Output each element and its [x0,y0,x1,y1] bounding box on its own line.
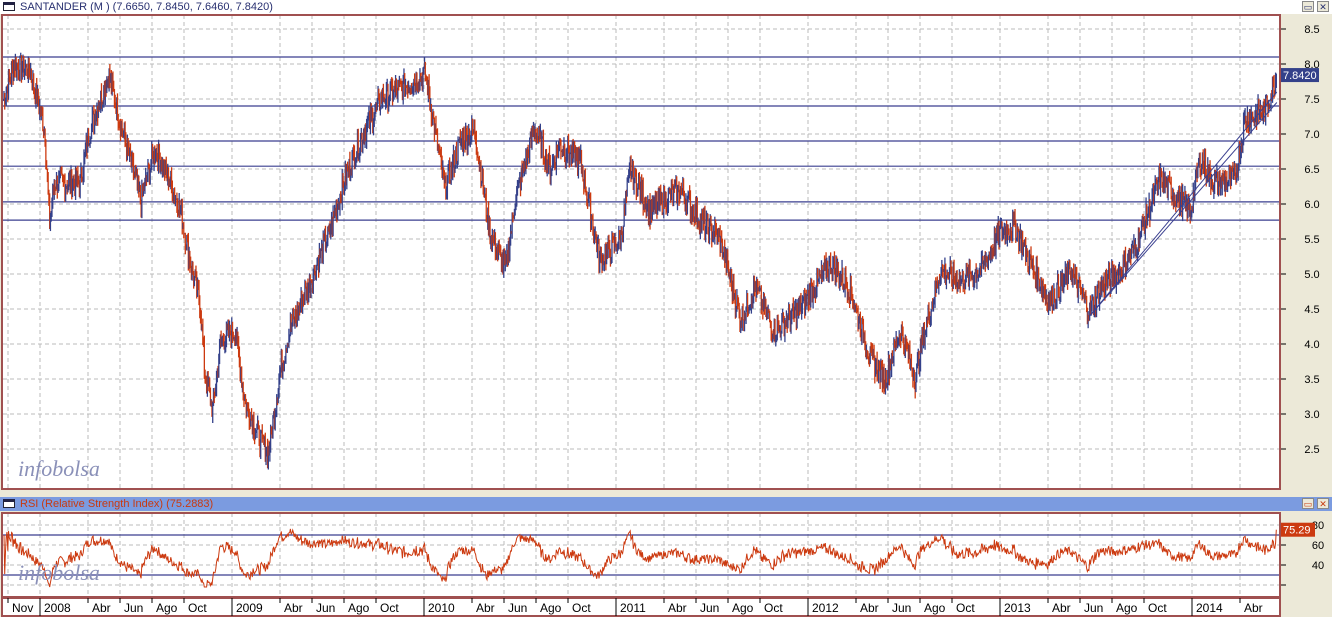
x-tick-label: Jun [1084,601,1103,615]
x-tick-label: Oct [572,601,591,615]
x-tick-label: Ago [540,601,562,615]
price-chart: 2.53.03.54.04.55.05.56.06.57.07.58.08.57… [1,14,1320,490]
x-tick-label: Oct [188,601,207,615]
x-tick-label: Nov [12,601,33,615]
x-tick-label: 2009 [236,601,263,615]
x-tick-label: Jun [316,601,335,615]
y-tick-label: 5.5 [1304,234,1319,246]
x-tick-label: Ago [924,601,946,615]
y-tick-label: 7.0 [1304,129,1319,141]
main-panel-title: SANTANDER (M ) (7.6650, 7.8450, 7.6460, … [20,1,273,13]
x-tick-label: 2013 [1004,601,1031,615]
y-tick-label: 2.5 [1304,444,1319,456]
x-tick-label: Ago [348,601,370,615]
x-tick-label: Oct [764,601,783,615]
x-tick-label: Jun [508,601,527,615]
x-tick-label: 2008 [44,601,71,615]
x-tick-label: 2010 [428,601,455,615]
plot-background [2,15,1280,489]
y-tick-label: 6.0 [1304,199,1319,211]
x-tick-label: Oct [380,601,399,615]
x-tick-label: Jun [124,601,143,615]
y-tick-label: 7.5 [1304,94,1319,106]
close-icon[interactable]: ✕ [1317,498,1329,509]
x-tick-label: Abr [476,601,495,615]
x-tick-label: Jun [892,601,911,615]
x-tick-label: Jun [700,601,719,615]
y-tick-label: 6.5 [1304,164,1319,176]
x-tick-label: Abr [92,601,111,615]
minimize-icon[interactable]: ▭ [1302,1,1314,12]
y-tick-label: 4.5 [1304,304,1319,316]
rsi-panel-title: RSI (Relative Strength Index) (75.2883) [20,498,214,510]
last-value-label: 75.29 [1283,525,1311,537]
window-icon [3,2,15,11]
x-tick-label: Abr [284,601,303,615]
x-tick-label: 2011 [620,601,646,615]
watermark-logo: infobolsa [18,560,100,585]
x-tick-label: Oct [1148,601,1167,615]
y-tick-label: 4.0 [1304,339,1319,351]
x-tick-label: Abr [1244,601,1263,615]
y-tick-label: 3.5 [1304,374,1319,386]
watermark-logo: infobolsa [18,456,100,481]
x-tick-label: Ago [156,601,178,615]
last-value-label: 7.8420 [1283,70,1317,82]
x-tick-label: Abr [1052,601,1071,615]
minimize-icon[interactable]: ▭ [1302,498,1314,509]
y-tick-label: 3.0 [1304,409,1319,421]
y-tick-label: 5.0 [1304,269,1319,281]
rsi-panel-titlebar: RSI (Relative Strength Index) (75.2883) … [0,497,1332,511]
window-icon [3,499,15,508]
x-tick-label: 2012 [812,601,839,615]
x-tick-label: Oct [956,601,975,615]
y-tick-label: 60 [1312,540,1324,552]
x-tick-label: Ago [732,601,754,615]
x-tick-label: 2014 [1196,601,1223,615]
x-tick-label: Ago [1116,601,1138,615]
x-tick-label: Abr [668,601,687,615]
close-icon[interactable]: ✕ [1317,1,1329,12]
main-panel-titlebar: SANTANDER (M ) (7.6650, 7.8450, 7.6460, … [0,0,1332,14]
y-tick-label: 40 [1312,560,1324,572]
y-tick-label: 8.5 [1304,24,1319,36]
x-tick-label: Abr [860,601,879,615]
rsi-chart: 40608075.29infobolsaNov 2008 Abr Jun Ago Oct 2… [1,512,1324,617]
